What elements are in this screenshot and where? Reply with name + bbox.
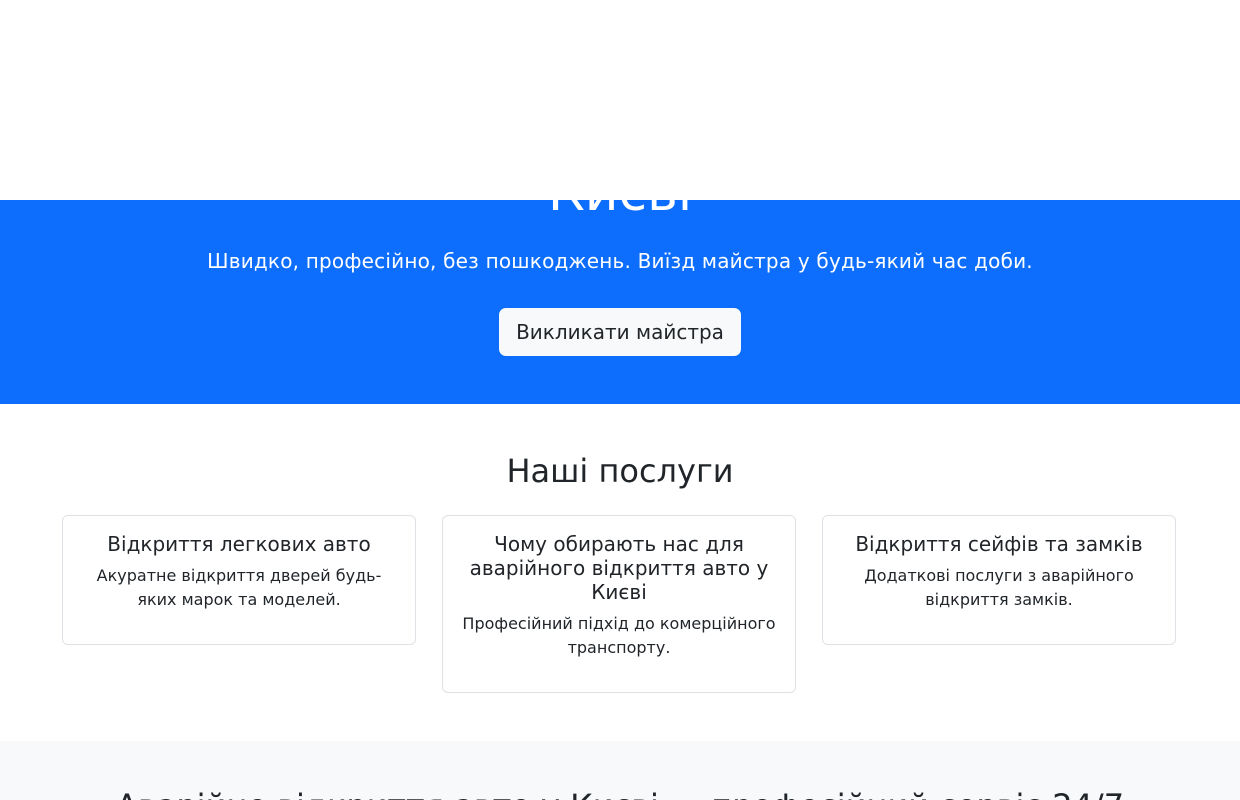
top-blank-area (0, 0, 1240, 200)
about-title: Аварійне відкриття авто у Києві — профес… (0, 787, 1240, 800)
service-card-text: Акуратне відкриття дверей будь-яких маро… (96, 566, 382, 609)
hero-subtitle: Швидко, професійно, без пошкоджень. Виїз… (207, 249, 1033, 273)
about-section: Аварійне відкриття авто у Києві — профес… (0, 741, 1240, 800)
hero-title: Києві (0, 200, 1240, 224)
hero-section: Києві Швидко, професійно, без пошкоджень… (0, 200, 1240, 404)
service-card-why-us: Чому обирають нас для аварійного відкрит… (442, 515, 796, 693)
call-master-button[interactable]: Викликати майстра (499, 308, 741, 356)
services-section: Наші послуги Відкриття легкових авто Аку… (0, 404, 1240, 741)
service-card-title: Відкриття сейфів та замків (855, 532, 1143, 556)
service-card-safes: Відкриття сейфів та замків Додаткові пос… (822, 515, 1176, 645)
service-card-title: Чому обирають нас для аварійного відкрит… (469, 532, 769, 604)
service-card-title: Відкриття легкових авто (107, 532, 371, 556)
services-title: Наші послуги (506, 452, 734, 490)
service-card-text: Додаткові послуги з аварійного відкриття… (864, 566, 1134, 609)
service-card-text: Професійний підхід до комерційного транс… (462, 614, 776, 657)
service-card-cars: Відкриття легкових авто Акуратне відкрит… (62, 515, 416, 645)
